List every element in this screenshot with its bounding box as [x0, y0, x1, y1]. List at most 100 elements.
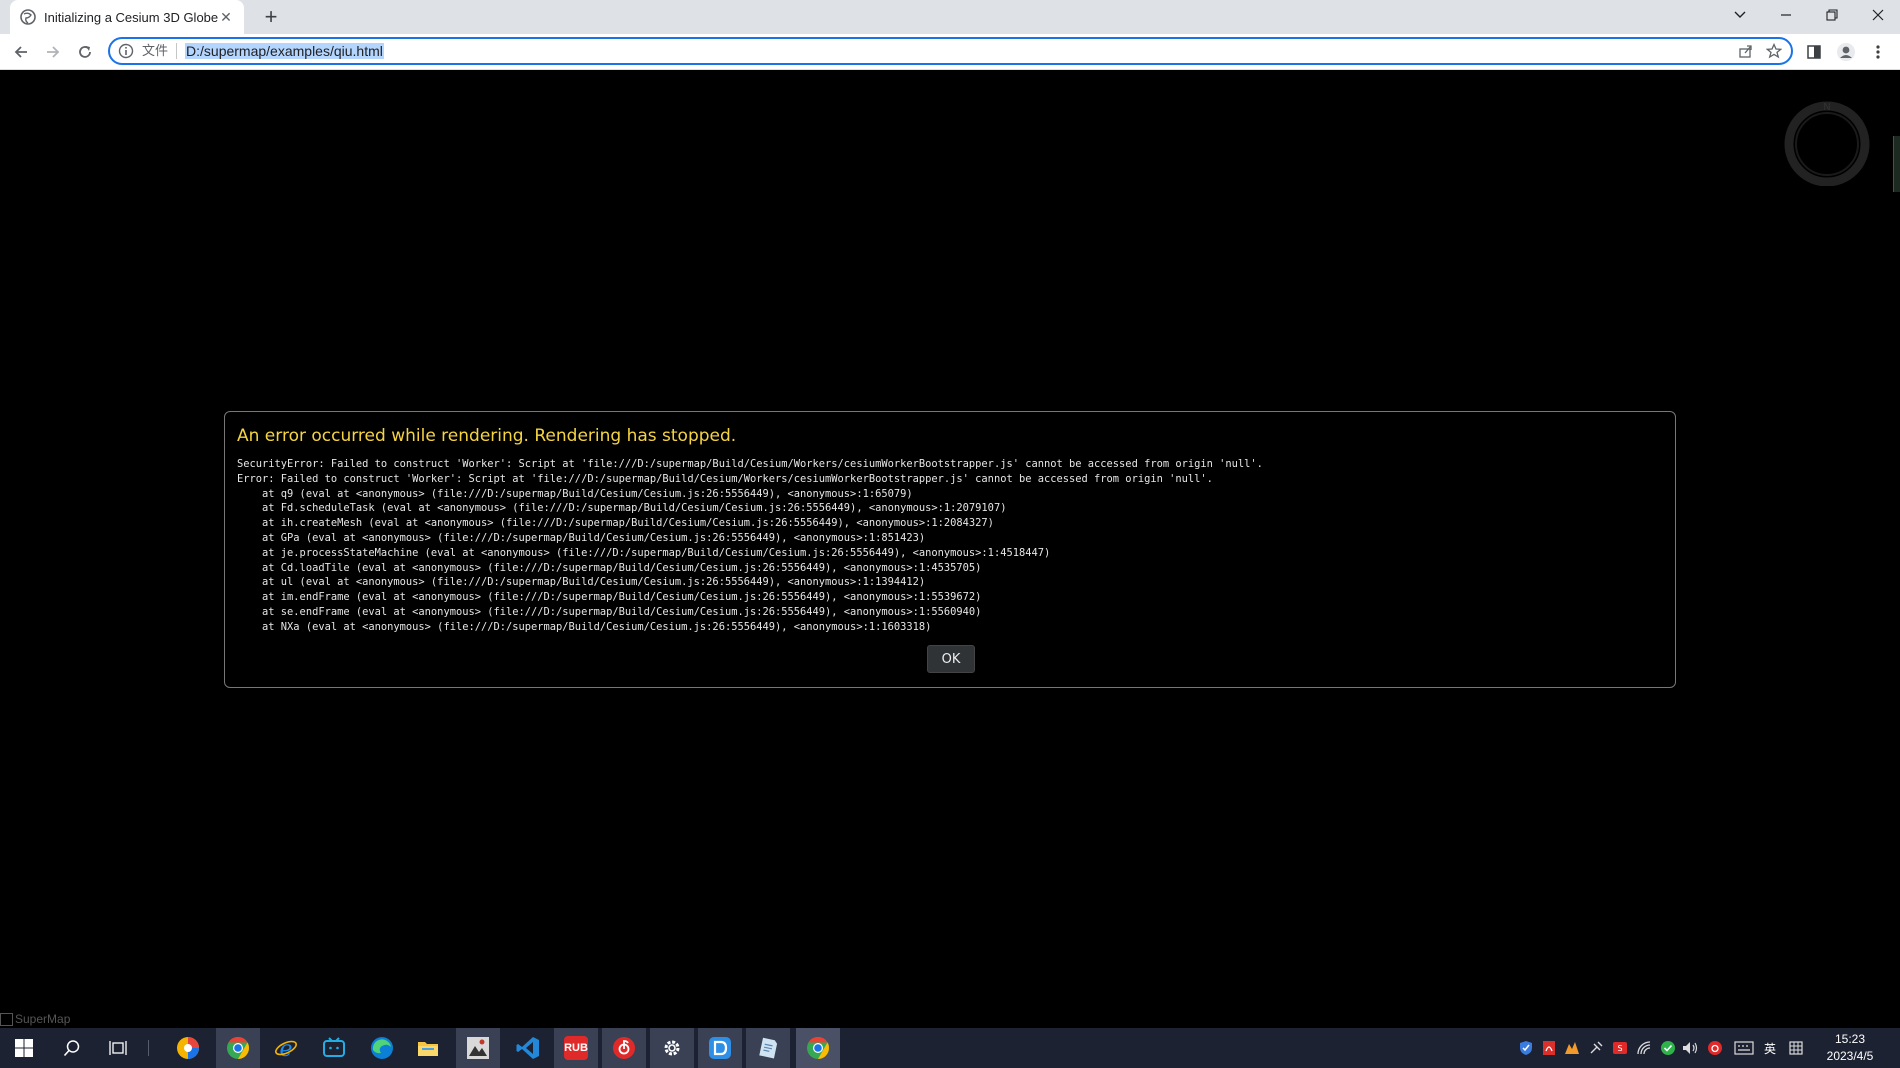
clock-time: 15:23 — [1834, 1032, 1866, 1046]
colorful-browser-icon — [177, 1037, 199, 1059]
search-icon — [63, 1040, 80, 1057]
tray-netease[interactable] — [1705, 1038, 1725, 1058]
tray-network[interactable] — [1634, 1038, 1654, 1058]
browser-toolbar: 文件 D:/supermap/examples/qiu.html — [0, 34, 1900, 70]
share-icon — [1739, 45, 1752, 58]
tray-green-app[interactable] — [1658, 1038, 1678, 1058]
edge-icon — [371, 1037, 393, 1059]
taskbar-app-notepad[interactable] — [746, 1028, 790, 1068]
taskbar-app-netease-music[interactable] — [602, 1028, 646, 1068]
taskbar-app-photo[interactable] — [456, 1028, 500, 1068]
cesium-viewer[interactable]: N An error occurred while rendering. Ren… — [0, 70, 1900, 1028]
bookmark-button[interactable] — [1762, 39, 1786, 63]
broken-image-icon — [0, 1012, 13, 1026]
grid-icon — [1789, 1041, 1803, 1055]
forward-button[interactable] — [39, 38, 67, 66]
scheme-label: 文件 — [142, 43, 178, 59]
taskbar-app-blue[interactable] — [698, 1028, 742, 1068]
menu-button[interactable] — [1864, 38, 1892, 66]
error-title: An error occurred while rendering. Rende… — [237, 426, 737, 446]
taskbar-app-bilibili[interactable] — [312, 1028, 356, 1068]
start-button[interactable] — [2, 1028, 46, 1068]
tab-strip: Initializing a Cesium 3D Globe ✕ + — [0, 0, 1900, 34]
netease-music-icon — [613, 1037, 635, 1059]
reload-button[interactable] — [71, 38, 99, 66]
tray-pdf[interactable] — [1539, 1038, 1559, 1058]
avatar-icon — [1837, 43, 1855, 61]
taskbar-app-chrome-active[interactable] — [796, 1028, 840, 1068]
taskbar-app-edge[interactable] — [360, 1028, 404, 1068]
minimize-button[interactable] — [1763, 0, 1809, 30]
ok-button[interactable]: OK — [927, 645, 975, 673]
tab-title: Initializing a Cesium 3D Globe — [44, 9, 218, 25]
minimize-icon — [1781, 14, 1791, 16]
star-icon — [1766, 43, 1782, 59]
error-dialog: An error occurred while rendering. Rende… — [224, 411, 1676, 688]
reload-icon — [79, 46, 91, 58]
tray-input-grid[interactable] — [1786, 1038, 1806, 1058]
wifi-icon — [1637, 1041, 1651, 1055]
vscode-icon — [516, 1037, 539, 1059]
speaker-icon — [1683, 1042, 1698, 1054]
taskbar-app-vscode[interactable] — [506, 1028, 550, 1068]
clock-date: 2023/4/5 — [1826, 1049, 1874, 1063]
svg-text:S: S — [1617, 1044, 1622, 1053]
settings-icon — [664, 1040, 680, 1056]
restore-button[interactable] — [1809, 0, 1855, 30]
blue-app-icon — [709, 1037, 731, 1059]
new-tab-button[interactable]: + — [258, 4, 284, 30]
task-view-button[interactable] — [96, 1028, 140, 1068]
tab-close-icon[interactable]: ✕ — [218, 9, 234, 26]
kebab-menu-icon — [1876, 45, 1880, 59]
tab-active[interactable]: Initializing a Cesium 3D Globe ✕ — [10, 0, 244, 34]
share-button[interactable] — [1734, 39, 1758, 63]
tab-search-button[interactable] — [1717, 0, 1763, 30]
arrow-left-icon — [14, 46, 27, 58]
tray-ime[interactable]: 英 — [1760, 1038, 1780, 1058]
tray-keyboard[interactable] — [1732, 1038, 1756, 1058]
windows-logo-icon — [15, 1039, 33, 1057]
error-message: SecurityError: Failed to construct 'Work… — [237, 458, 1263, 633]
orange-app-icon — [1565, 1042, 1579, 1054]
back-button[interactable] — [7, 38, 35, 66]
info-icon[interactable] — [118, 43, 134, 59]
compass-icon[interactable]: N — [1783, 98, 1871, 186]
tray-volume[interactable] — [1681, 1038, 1701, 1058]
netease-tray-icon — [1708, 1041, 1722, 1055]
taskbar-clock[interactable]: 15:23 2023/4/5 — [1810, 1031, 1890, 1065]
profile-button[interactable] — [1832, 38, 1860, 66]
taskbar-app-file-explorer[interactable] — [406, 1028, 450, 1068]
task-view-icon — [109, 1041, 127, 1055]
search-button[interactable] — [50, 1028, 94, 1068]
globe-icon — [20, 9, 36, 25]
tray-red-app[interactable]: S — [1610, 1038, 1630, 1058]
restore-icon — [1826, 9, 1838, 21]
close-window-button[interactable] — [1855, 0, 1900, 30]
taskbar-app-ie[interactable]: e — [264, 1028, 308, 1068]
chrome-icon — [807, 1037, 829, 1059]
power-plug-icon — [1590, 1041, 1603, 1054]
address-bar[interactable]: 文件 D:/supermap/examples/qiu.html — [108, 37, 1793, 65]
tray-power[interactable] — [1586, 1038, 1606, 1058]
notepad-icon — [759, 1037, 778, 1059]
file-explorer-icon — [418, 1042, 438, 1056]
taskbar-app-red[interactable]: RUB — [554, 1028, 598, 1068]
close-icon — [1872, 9, 1884, 21]
taskbar-app-colorful-browser[interactable] — [166, 1028, 210, 1068]
svg-text:e: e — [279, 1037, 292, 1060]
chevron-down-icon — [1734, 11, 1746, 18]
red-app-icon: RUB — [564, 1036, 588, 1060]
supermap-credit[interactable]: SuperMap — [0, 1012, 70, 1026]
tray-security[interactable] — [1516, 1038, 1536, 1058]
tray-app-orange[interactable] — [1562, 1038, 1582, 1058]
compass-north-label: N — [1823, 102, 1830, 113]
bilibili-icon — [323, 1037, 345, 1057]
taskbar-app-chrome[interactable] — [216, 1028, 260, 1068]
taskbar-separator — [148, 1040, 149, 1056]
side-panel-button[interactable] — [1800, 38, 1828, 66]
url-text[interactable]: D:/supermap/examples/qiu.html — [185, 43, 384, 59]
taskbar-app-settings[interactable] — [650, 1028, 694, 1068]
taskbar: e RUB S 英 15:23 2023/4/5 — [0, 1028, 1900, 1068]
side-panel-handle[interactable] — [1893, 136, 1900, 192]
red-square-icon: S — [1613, 1042, 1627, 1054]
